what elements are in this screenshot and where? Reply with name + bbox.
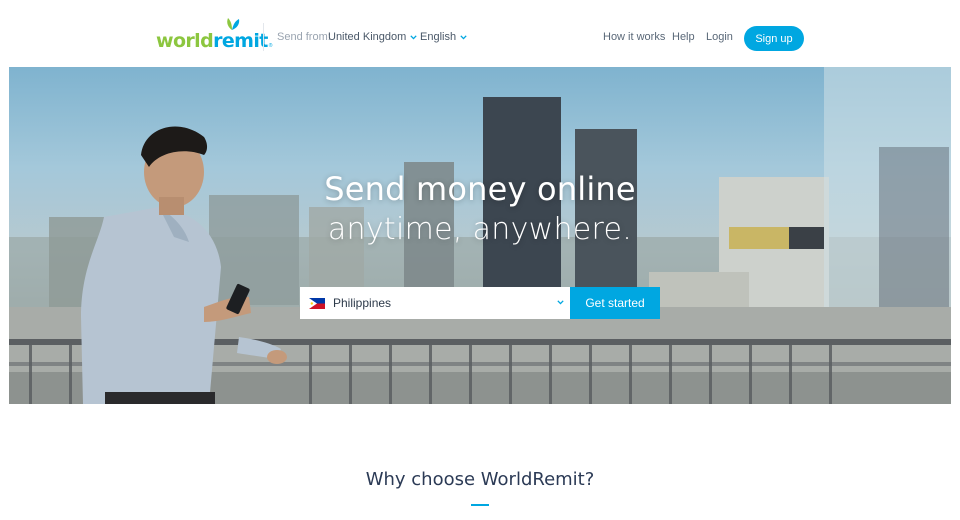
nav-help[interactable]: Help [672,31,695,43]
nav-how-it-works[interactable]: How it works [603,31,665,43]
get-started-button[interactable]: Get started [570,287,660,319]
logo-registered-mark: ® [268,43,273,49]
hero-banner: Send money online anytime, anywhere. Phi… [9,67,951,404]
send-from-label: Send from: [277,31,331,43]
philippines-flag-icon [309,297,325,309]
site-header: worldremit ® Send from: United Kingdom E… [0,0,960,67]
language-value: English [420,31,457,43]
chevron-down-icon [557,300,564,305]
signup-button[interactable]: Sign up [744,26,804,51]
logo-text-world: world [156,30,214,52]
hero-title-line2: anytime, anywhere. [327,212,633,247]
logo-text-remit: remit [213,30,268,52]
language-select[interactable]: English [420,31,467,43]
nav-login[interactable]: Login [706,31,733,43]
chevron-down-icon [460,34,467,40]
destination-country-select[interactable]: Philippines [300,287,570,319]
send-from-country-value: United Kingdom [328,31,407,43]
header-divider [263,23,264,51]
worldremit-logo[interactable]: worldremit ® [156,17,272,51]
section-title: Why choose WorldRemit? [365,469,595,490]
destination-country-value: Philippines [333,296,392,310]
chevron-down-icon [410,34,417,40]
send-from-country-select[interactable]: United Kingdom [328,31,417,43]
logo-leaf-icon [227,18,240,30]
section-title-underline [471,504,489,506]
hero-title-line1: Send money online [324,170,636,208]
